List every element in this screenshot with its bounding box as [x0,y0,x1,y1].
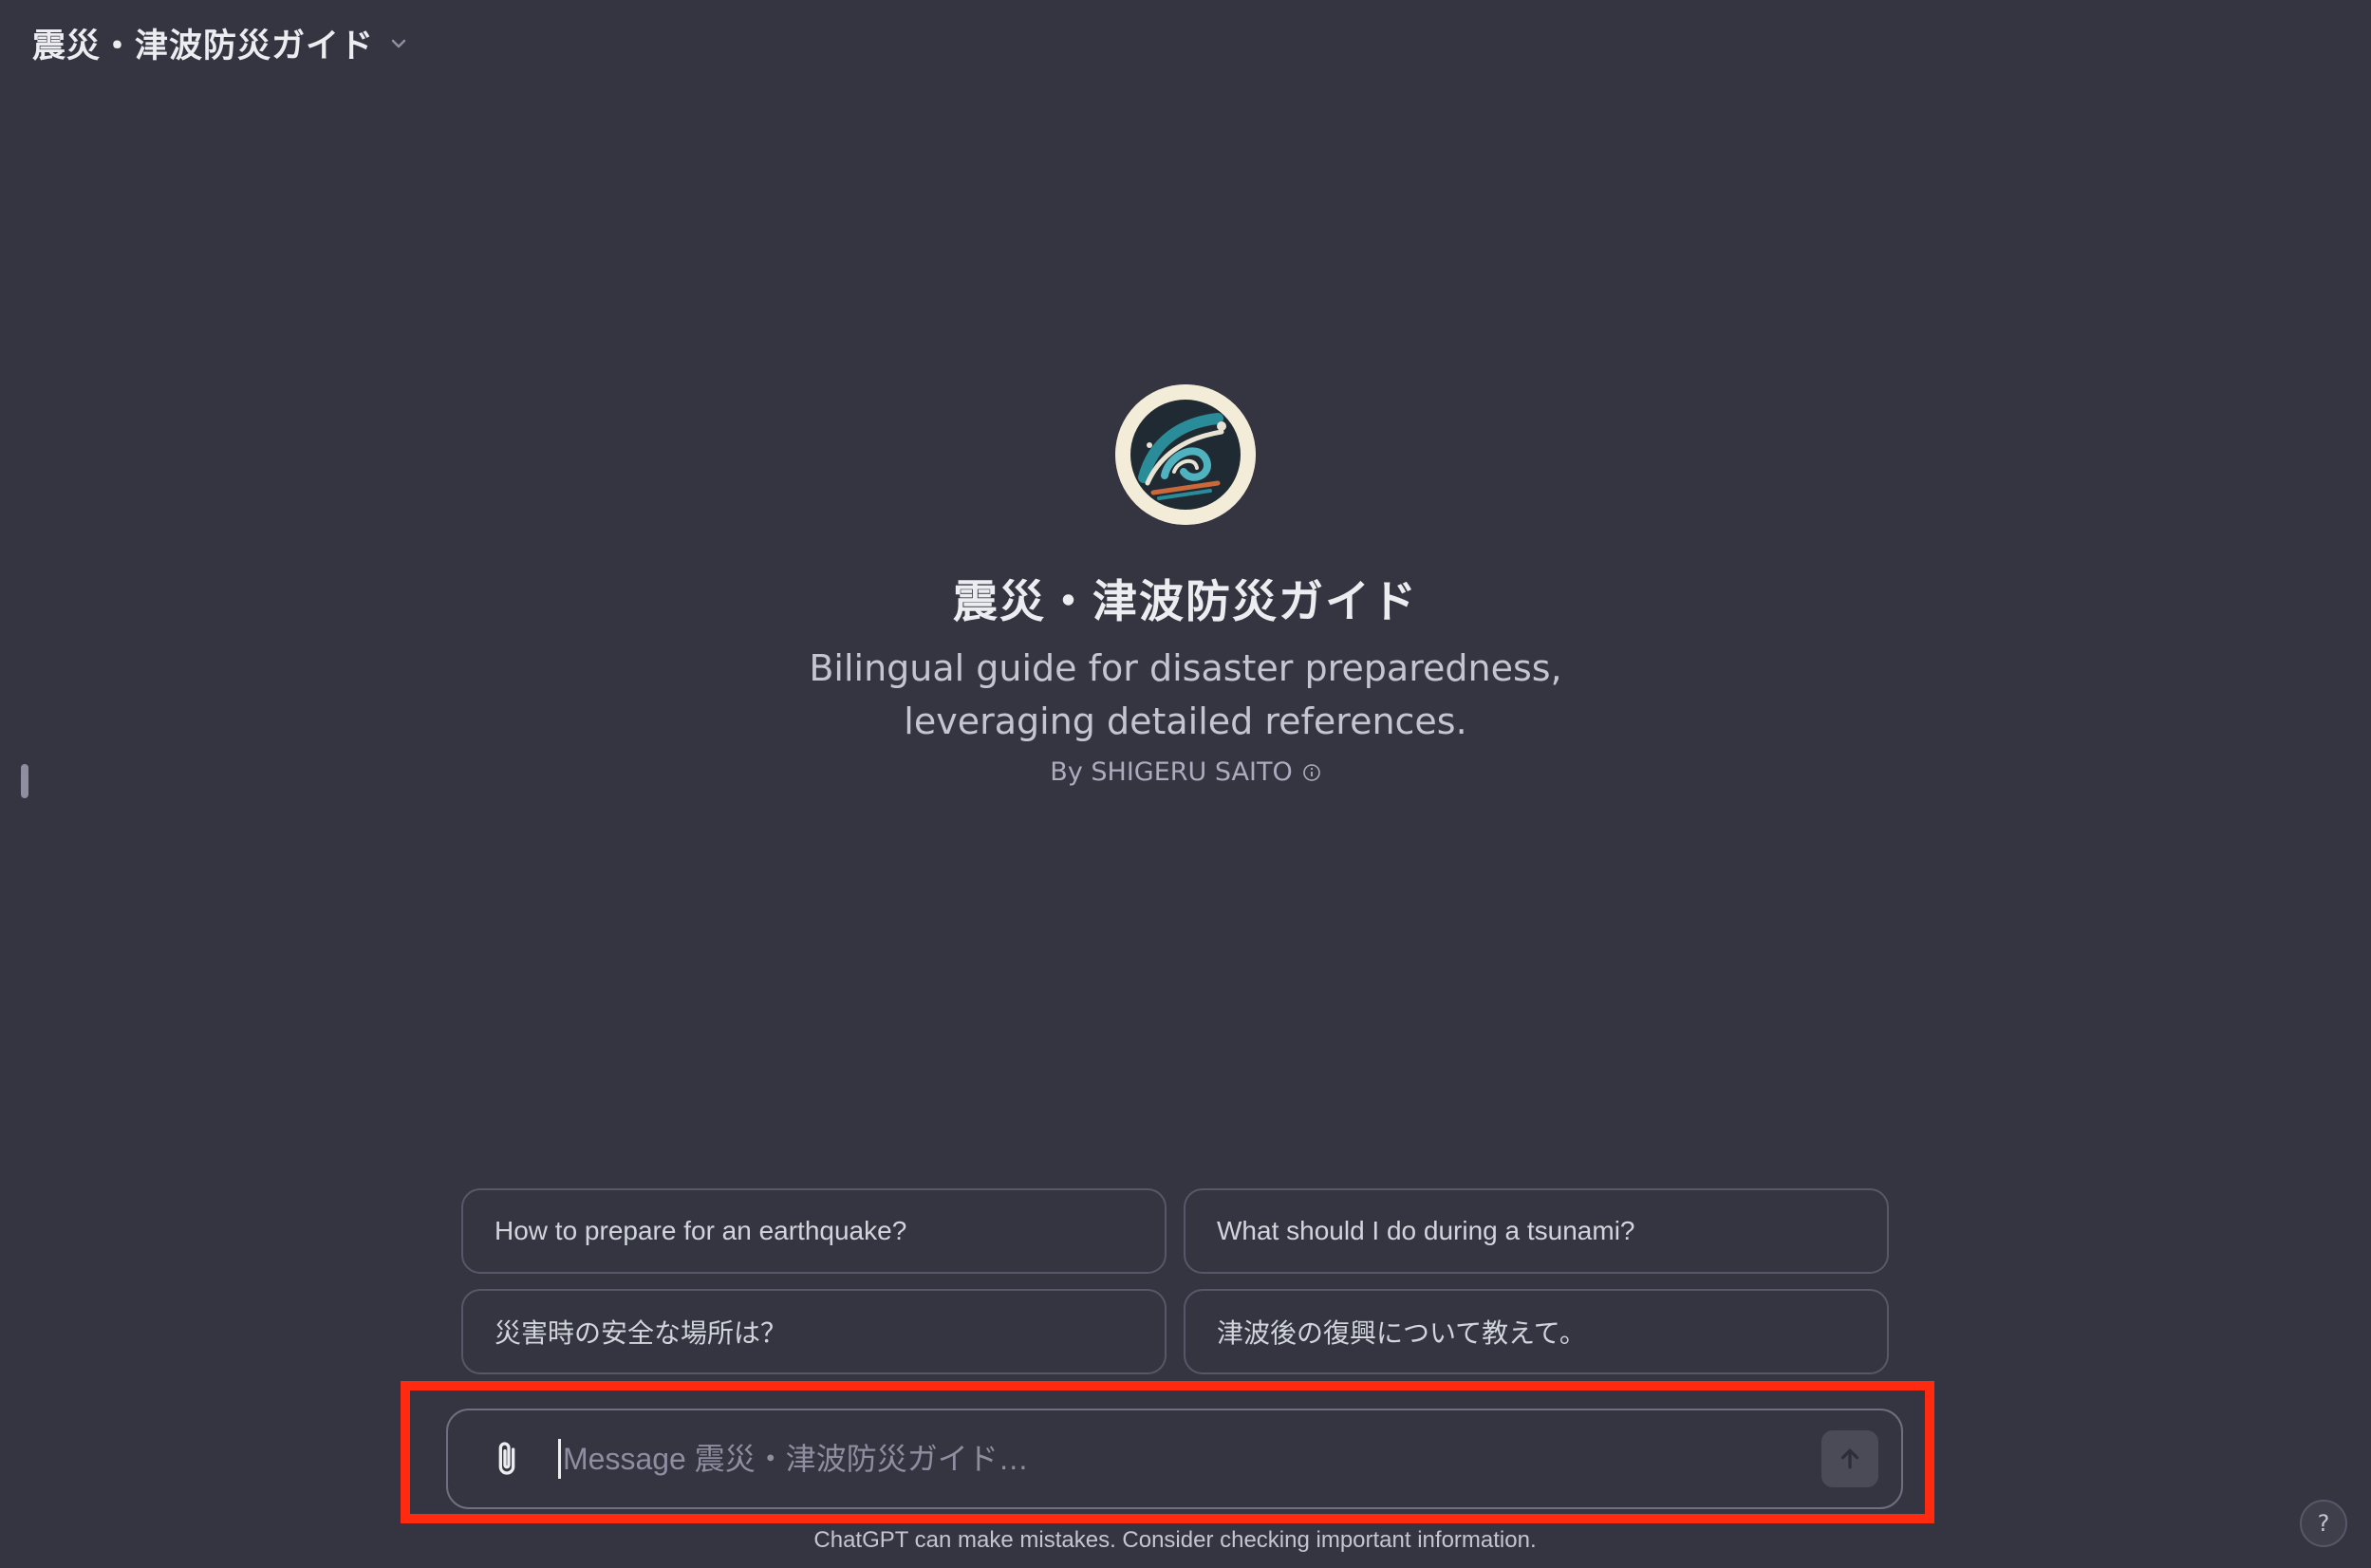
chevron-down-icon [391,39,406,47]
suggestion-chip[interactable]: 災害時の安全な場所は？ [461,1289,1167,1374]
gpt-avatar [1115,384,1256,525]
paperclip-icon [498,1442,515,1475]
gpt-intro: 震災・津波防災ガイド Bilingual guide for disaster … [0,384,2371,787]
attach-button[interactable] [482,1434,532,1484]
gpt-title: 震災・津波防災ガイド [32,28,375,65]
gpt-selector[interactable]: 震災・津波防災ガイド [32,19,410,67]
disclaimer-text: ChatGPT can make mistakes. Consider chec… [813,1527,1537,1553]
chat-page: 震災・津波防災ガイド 震災・津波防災ガイド Bilingual guide fo… [0,0,2371,1568]
suggestion-chip[interactable]: What should I do during a tsunami? [1184,1188,1889,1274]
wave-logo-icon [1115,384,1256,525]
suggestion-grid: How to prepare for an earthquake? What s… [461,1188,1889,1374]
author-label: By SHIGERU SAITO [1050,757,1293,787]
gpt-description: Bilingual guide for disaster preparednes… [809,647,1562,742]
arrow-up-icon [1840,1448,1859,1469]
help-button[interactable]: ? [2300,1500,2347,1547]
suggestion-chip[interactable]: 津波後の復興について教えて。 [1184,1289,1889,1374]
message-composer [446,1409,1903,1509]
suggestion-chip[interactable]: How to prepare for an earthquake? [461,1188,1167,1274]
gpt-name: 震災・津波防災ガイド [953,576,1418,628]
gpt-author: By SHIGERU SAITO [1050,757,1320,787]
info-icon[interactable] [1302,763,1321,782]
send-button[interactable] [1821,1430,1878,1487]
message-input[interactable] [558,1439,1821,1479]
